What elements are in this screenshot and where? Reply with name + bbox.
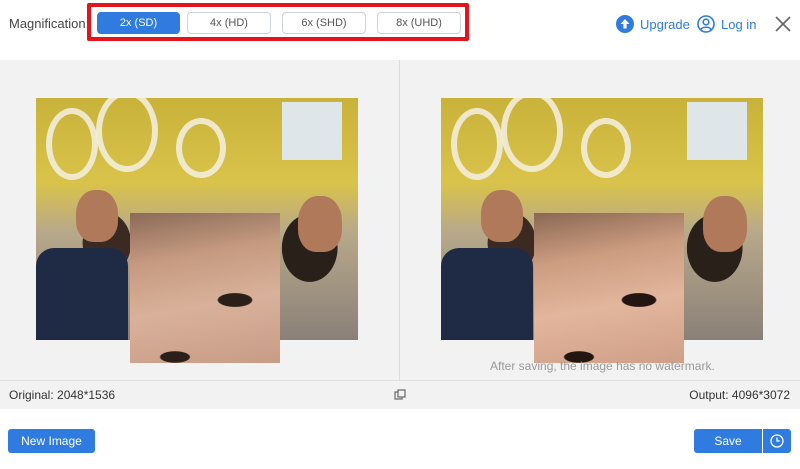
magnification-6x-button[interactable]: 6x (SHD) [282,12,366,34]
new-image-button[interactable]: New Image [8,429,95,453]
watermark-note: After saving, the image has no watermark… [490,359,715,373]
original-resolution: Original: 2048*1536 [9,388,116,402]
original-zoom-loupe[interactable] [130,213,280,363]
magnification-4x-button[interactable]: 4x (HD) [187,12,271,34]
close-icon[interactable] [773,14,793,34]
login-link[interactable]: Log in [697,14,756,34]
preview-area: After saving, the image has no watermark… [0,60,800,380]
save-button[interactable]: Save [694,429,762,453]
magnification-8x-button[interactable]: 8x (UHD) [377,12,461,34]
output-zoom-loupe[interactable] [534,213,684,363]
top-bar: Magnification: 2x (SD) 4x (HD) 6x (SHD) … [0,0,800,48]
login-label: Log in [721,16,757,32]
magnification-2x-button[interactable]: 2x (SD) [97,12,180,34]
magnification-label: Magnification: [9,16,90,31]
preview-divider [399,60,400,380]
output-resolution: Output: 4096*3072 [689,388,790,402]
info-bar: Original: 2048*1536 Output: 4096*3072 [0,380,800,409]
user-icon [697,15,715,33]
upgrade-link[interactable]: Upgrade [616,14,690,34]
upgrade-label: Upgrade [640,16,690,32]
compare-icon[interactable] [394,389,406,401]
clock-icon [770,434,784,448]
upgrade-arrow-icon [616,15,634,33]
save-button-group: Save [694,429,791,453]
history-button[interactable] [763,429,791,453]
